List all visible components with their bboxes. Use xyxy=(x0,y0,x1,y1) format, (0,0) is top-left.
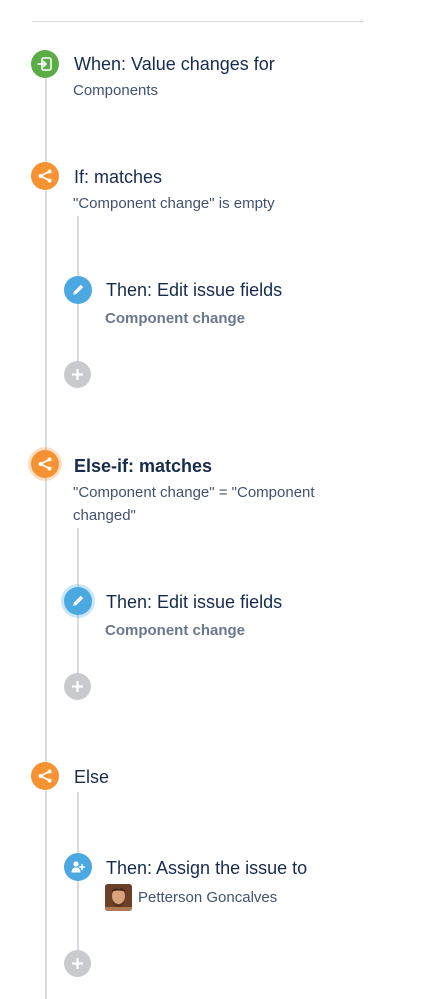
pencil-icon[interactable] xyxy=(64,587,92,615)
branch-icon[interactable] xyxy=(31,450,59,478)
main-connector-line xyxy=(45,64,47,999)
add-action-button-elseif[interactable] xyxy=(64,673,91,700)
branch-icon[interactable] xyxy=(31,762,59,790)
elseif-condition-line1: "Component change" = "Component xyxy=(73,484,315,501)
elseif-action-detail: Component change xyxy=(105,622,246,639)
assign-user-icon[interactable] xyxy=(64,853,92,881)
user-avatar-image xyxy=(105,884,132,911)
trigger-icon[interactable] xyxy=(31,50,59,78)
assignee-name: Petterson Goncalves xyxy=(138,889,278,906)
if-action-title[interactable]: Then: Edit issue fields xyxy=(106,279,282,301)
trigger-subtitle: Components xyxy=(73,82,159,99)
trigger-title[interactable]: When: Value changes for xyxy=(74,53,275,75)
add-action-button-if[interactable] xyxy=(64,361,91,388)
else-title[interactable]: Else xyxy=(74,766,109,788)
avatar xyxy=(105,884,132,911)
if-condition: "Component change" is empty xyxy=(73,195,275,212)
plus-icon xyxy=(72,958,83,969)
top-divider xyxy=(32,21,364,22)
elseif-title[interactable]: Else-if: matches xyxy=(74,455,212,477)
elseif-condition-line2: changed" xyxy=(73,507,136,524)
if-action-detail: Component change xyxy=(105,310,246,327)
branch-icon[interactable] xyxy=(31,162,59,190)
pencil-icon[interactable] xyxy=(64,276,92,304)
else-action-title[interactable]: Then: Assign the issue to xyxy=(106,857,307,879)
elseif-action-title[interactable]: Then: Edit issue fields xyxy=(106,591,282,613)
if-title[interactable]: If: matches xyxy=(74,166,162,188)
plus-icon xyxy=(72,681,83,692)
plus-icon xyxy=(72,369,83,380)
add-action-button-else[interactable] xyxy=(64,950,91,977)
